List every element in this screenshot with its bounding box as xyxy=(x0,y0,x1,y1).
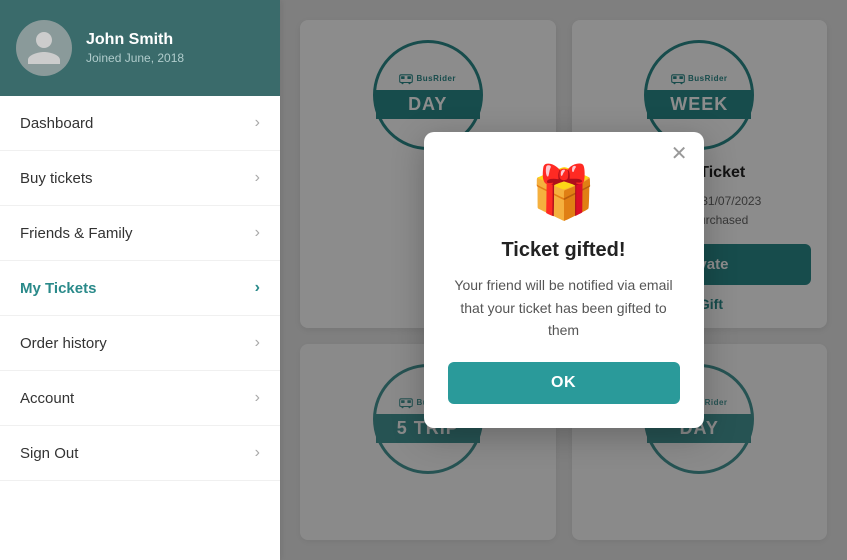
ticket-gifted-modal: ✕ 🎁 Ticket gifted! Your friend will be n… xyxy=(424,132,704,427)
main-content: BusRider DAY BusRider WEEK Week Ticket P… xyxy=(280,0,847,560)
sidebar-item-order-history[interactable]: Order history › xyxy=(0,316,280,371)
modal-close-button[interactable]: ✕ xyxy=(671,144,688,164)
sidebar-item-my-tickets[interactable]: My Tickets › xyxy=(0,261,280,316)
chevron-right-icon: › xyxy=(255,334,260,352)
sidebar-item-sign-out[interactable]: Sign Out › xyxy=(0,426,280,481)
modal-title: Ticket gifted! xyxy=(448,239,680,262)
user-info: John Smith Joined June, 2018 xyxy=(86,31,184,65)
modal-ok-button[interactable]: OK xyxy=(448,362,680,404)
modal-body: Your friend will be notified via email t… xyxy=(448,274,680,341)
sidebar-item-buy-tickets[interactable]: Buy tickets › xyxy=(0,151,280,206)
user-name: John Smith xyxy=(86,31,184,49)
avatar xyxy=(16,20,72,76)
chevron-right-icon: › xyxy=(255,389,260,407)
user-joined: Joined June, 2018 xyxy=(86,51,184,65)
sidebar-item-account[interactable]: Account › xyxy=(0,371,280,426)
chevron-right-icon: › xyxy=(255,444,260,462)
sidebar-item-friends-family[interactable]: Friends & Family › xyxy=(0,206,280,261)
user-avatar-icon xyxy=(24,28,64,68)
chevron-right-icon: › xyxy=(255,169,260,187)
user-profile: John Smith Joined June, 2018 xyxy=(0,0,280,96)
modal-overlay[interactable]: ✕ 🎁 Ticket gifted! Your friend will be n… xyxy=(280,0,847,560)
chevron-right-icon: › xyxy=(255,114,260,132)
gift-modal-icon: 🎁 xyxy=(448,162,680,223)
sidebar-item-dashboard[interactable]: Dashboard › xyxy=(0,96,280,151)
chevron-right-icon: › xyxy=(255,224,260,242)
sidebar: John Smith Joined June, 2018 Dashboard ›… xyxy=(0,0,280,560)
chevron-right-icon: › xyxy=(255,279,260,297)
